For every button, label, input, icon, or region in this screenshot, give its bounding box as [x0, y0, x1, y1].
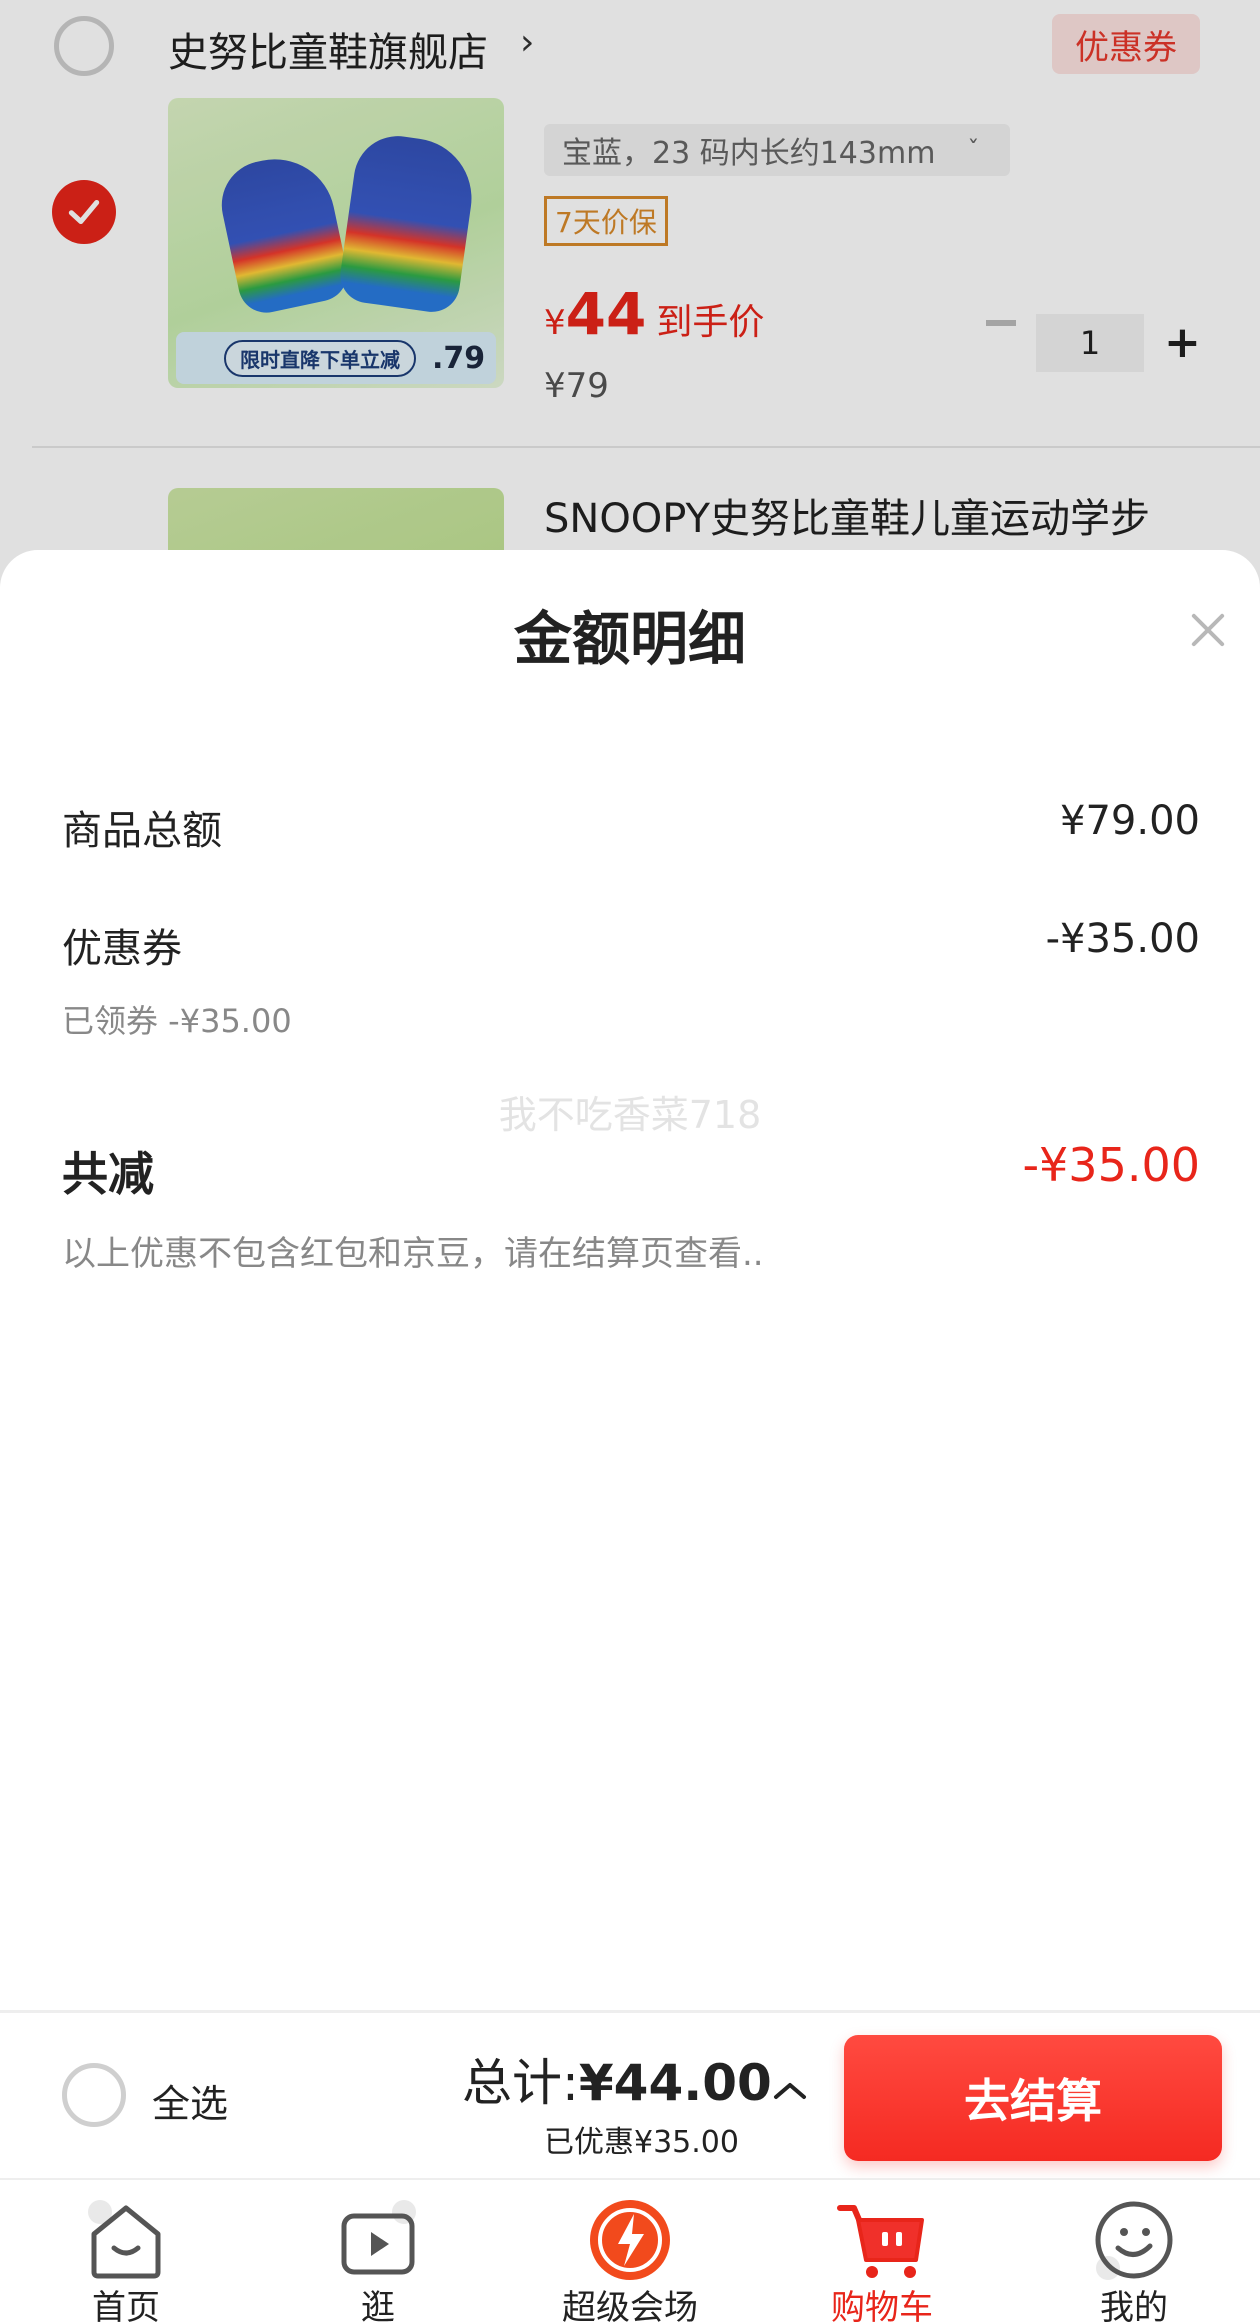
chevron-up-icon[interactable] [770, 2075, 810, 2105]
checkout-bar: 全选 总计:¥44.00 已优惠¥35.00 去结算 [0, 2010, 1260, 2178]
total-discount-label: 共减 [62, 1147, 154, 1201]
total-discount-value: -¥35.00 [1022, 1138, 1200, 1192]
nav-label-browse: 逛 [361, 2288, 395, 2324]
select-all-label[interactable]: 全选 [152, 2073, 228, 2128]
amount-detail-sheet: 金额明细 商品总额 ¥79.00 优惠券 -¥35.00 已领券 -¥35.00… [0, 550, 1260, 2010]
cart-background: 史努比童鞋旗舰店 › 优惠券 限时直降下单立减 .79 宝蓝，23 码内长约14… [0, 0, 1260, 628]
profile-icon [1095, 2201, 1173, 2280]
sheet-title: 金额明细 [513, 605, 746, 673]
goods-total-value: ¥79.00 [1060, 798, 1200, 844]
modal-overlay[interactable] [0, 0, 1260, 600]
cart-icon [837, 2205, 924, 2278]
super-venue-icon [590, 2200, 670, 2280]
coupon-value: -¥35.00 [1045, 916, 1200, 962]
video-icon [341, 2200, 416, 2275]
checkout-button[interactable]: 去结算 [844, 2035, 1222, 2161]
nav-label-home: 首页 [92, 2288, 160, 2324]
coupon-claimed-detail: 已领券 -¥35.00 [62, 1002, 292, 1040]
order-total-prefix: 总计: [462, 2054, 579, 2112]
order-total: 总计:¥44.00 [462, 2043, 772, 2115]
nav-label-cart: 购物车 [831, 2288, 933, 2324]
nav-item-cart[interactable]: 购物车 [782, 2180, 982, 2324]
bottom-nav: 首页 逛 超级会场 购物车 我的 [0, 2178, 1260, 2324]
nav-item-super-venue[interactable]: 超级会场 [530, 2180, 730, 2324]
coupon-label: 优惠券 [62, 926, 182, 972]
select-all-checkbox[interactable] [62, 2063, 126, 2127]
nav-item-browse[interactable]: 逛 [278, 2180, 478, 2324]
goods-total-label: 商品总额 [62, 808, 222, 854]
saved-amount: 已优惠¥35.00 [544, 2125, 739, 2160]
nav-label-profile: 我的 [1100, 2288, 1168, 2324]
close-icon[interactable] [1186, 608, 1230, 652]
watermark: 我不吃香菜718 [498, 1093, 762, 1137]
discount-note: 以上优惠不包含红包和京豆，请在结算页查看.. [62, 1234, 764, 1274]
order-total-amount: ¥44.00 [578, 2054, 772, 2112]
nav-label-super-venue: 超级会场 [562, 2288, 698, 2324]
nav-item-home[interactable]: 首页 [26, 2180, 226, 2324]
nav-item-profile[interactable]: 我的 [1034, 2180, 1234, 2324]
home-icon [88, 2200, 161, 2279]
